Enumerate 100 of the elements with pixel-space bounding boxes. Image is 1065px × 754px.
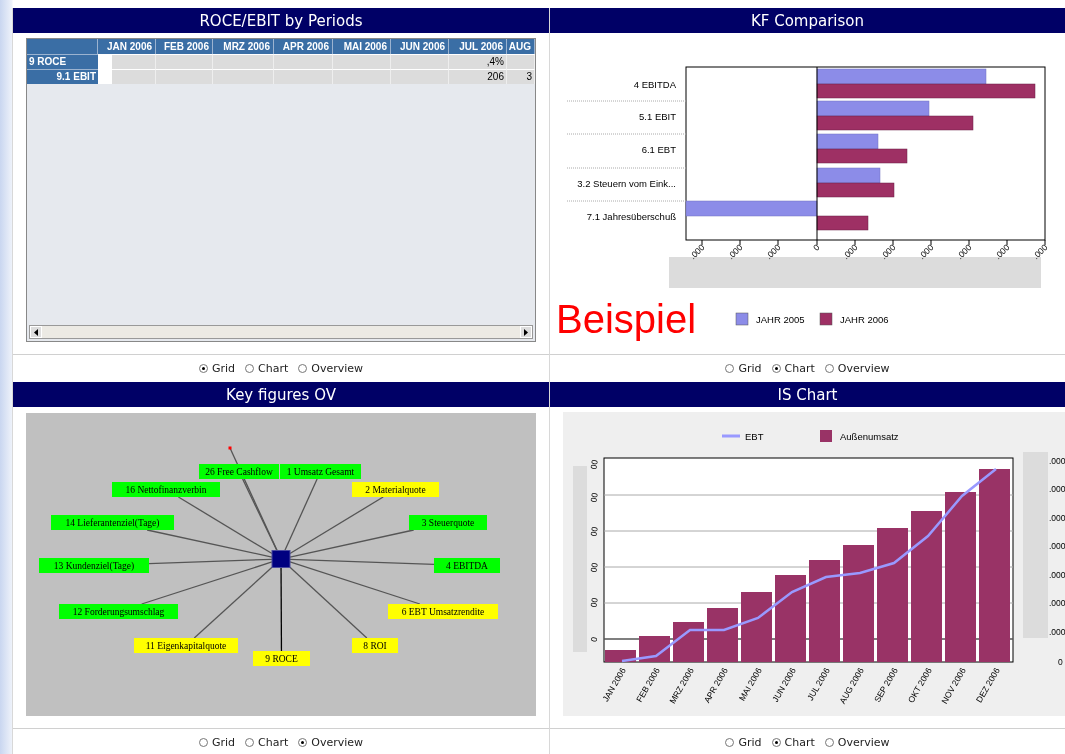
radio-label[interactable]: Chart: [258, 362, 289, 375]
diagram-node[interactable]: 14 Lieferantenziel(Tage): [51, 515, 174, 530]
radio-button[interactable]: [245, 364, 255, 373]
example-label: Beispiel: [556, 297, 697, 341]
column-header: JUN 2006: [391, 39, 449, 54]
table-cell: 3: [507, 69, 535, 84]
radio-label[interactable]: Grid: [211, 362, 236, 375]
tick-label: 00: [588, 561, 600, 573]
table-cell: [391, 54, 449, 69]
radio-button[interactable]: [198, 738, 208, 747]
scroll-left-icon[interactable]: [30, 326, 42, 338]
column-header: MAI 2006: [333, 39, 391, 54]
tick-label: .000: [1049, 627, 1065, 637]
bar: [673, 622, 704, 662]
category-label: 7.1 Jahresüberschuß: [586, 211, 676, 222]
tick-label: 00: [588, 596, 600, 608]
diagram-node[interactable]: 9 ROCE: [253, 651, 310, 666]
radio-button[interactable]: [198, 364, 208, 373]
category-label: 3.2 Steuern vom Eink...: [577, 178, 676, 189]
table-cell: [156, 54, 213, 69]
radio-label[interactable]: Overview: [837, 736, 890, 749]
radio-label[interactable]: Overview: [311, 362, 364, 375]
legend-label: EBT: [745, 431, 764, 442]
diagram-node[interactable]: 11 Eigenkapitalquote: [134, 638, 238, 653]
category-label: 4 EBITDA: [633, 79, 676, 90]
column-header: JAN 2006: [98, 39, 156, 54]
row-header: 9.1 EBIT: [27, 69, 98, 84]
category-label: 6.1 EBT: [641, 144, 676, 155]
header-corner: [27, 39, 98, 54]
diagram-node[interactable]: 2 Materialquote: [352, 482, 439, 497]
column-header: MRZ 2006: [213, 39, 274, 54]
legend-label: JAHR 2005: [756, 314, 805, 325]
radio-button[interactable]: [771, 364, 781, 373]
tick-label: .000: [1049, 570, 1065, 580]
panel-title: KF Comparison: [550, 8, 1065, 34]
legend-label: JAHR 2006: [840, 314, 889, 325]
radio-label[interactable]: Grid: [211, 736, 236, 749]
diagram-node[interactable]: 1 Umsatz Gesamt: [280, 464, 361, 479]
table-cell: [274, 54, 333, 69]
category-label: 5.1 EBIT: [639, 111, 676, 122]
bar: [707, 608, 738, 662]
table-cell: 206: [449, 69, 507, 84]
table-cell: [98, 69, 156, 84]
tick-label: .000: [1049, 513, 1065, 523]
radio-label[interactable]: Grid: [738, 736, 762, 749]
tick-label: 00: [588, 491, 600, 503]
tick-label: 00: [588, 525, 600, 537]
table-cell: [213, 69, 274, 84]
diagram-node[interactable]: 26 Free Cashflow: [199, 464, 279, 479]
tick-label: 0: [811, 242, 822, 253]
diagram-node[interactable]: 13 Kundenziel(Tage): [39, 558, 149, 573]
table-cell: [333, 54, 391, 69]
radio-button[interactable]: [824, 738, 834, 747]
diagram-node[interactable]: 8 ROI: [352, 638, 398, 653]
table-cell: [156, 69, 213, 84]
diagram-node[interactable]: 16 Nettofinanzverbin: [112, 482, 220, 497]
column-header: FEB 2006: [156, 39, 213, 54]
table-cell: ,4%: [449, 54, 507, 69]
tick-label: .000: [1049, 484, 1065, 494]
table-cell: [98, 54, 156, 69]
column-header: APR 2006: [274, 39, 333, 54]
tick-label: .000: [1049, 541, 1065, 551]
radio-label[interactable]: Overview: [837, 362, 890, 375]
panel-title: IS Chart: [550, 382, 1065, 408]
radio-label[interactable]: Grid: [738, 362, 762, 375]
tick-label: 0: [588, 636, 600, 643]
radio-button[interactable]: [298, 738, 308, 747]
scroll-right-icon[interactable]: [520, 326, 532, 338]
diagram-node[interactable]: 4 EBITDA: [434, 558, 500, 573]
radio-button[interactable]: [298, 364, 308, 373]
radio-label[interactable]: Chart: [258, 736, 289, 749]
horizontal-scrollbar[interactable]: [29, 325, 533, 339]
row-header: 9 ROCE: [27, 54, 98, 69]
column-header: JUL 2006: [449, 39, 507, 54]
hub-node: [271, 550, 291, 568]
tick-label: .000: [1049, 598, 1065, 608]
radio-button[interactable]: [771, 738, 781, 747]
table-cell: [213, 54, 274, 69]
panel-title: Key figures OV: [13, 382, 549, 408]
tick-label: 0: [1058, 657, 1063, 667]
table-cell: [333, 69, 391, 84]
bar: [605, 650, 636, 662]
radio-button[interactable]: [725, 364, 735, 373]
radio-button[interactable]: [725, 738, 735, 747]
radio-button[interactable]: [824, 364, 834, 373]
panel-title: ROCE/EBIT by Periods: [13, 8, 549, 34]
diagram-node[interactable]: 3 Steuerquote: [409, 515, 487, 530]
radio-label[interactable]: Overview: [311, 736, 364, 749]
table-cell: [391, 69, 449, 84]
diagram-node[interactable]: 6 EBT Umsatzrendite: [388, 604, 498, 619]
tick-label: 00: [588, 458, 600, 470]
table-cell: [507, 54, 535, 69]
radio-label[interactable]: Chart: [784, 362, 815, 375]
radio-label[interactable]: Chart: [784, 736, 815, 749]
radio-button[interactable]: [245, 738, 255, 747]
bar: [741, 592, 772, 662]
column-header: AUG: [507, 39, 535, 54]
diagram-node[interactable]: 12 Forderungsumschlag: [59, 604, 178, 619]
tick-label: .000: [1049, 456, 1065, 466]
table-cell: [274, 69, 333, 84]
